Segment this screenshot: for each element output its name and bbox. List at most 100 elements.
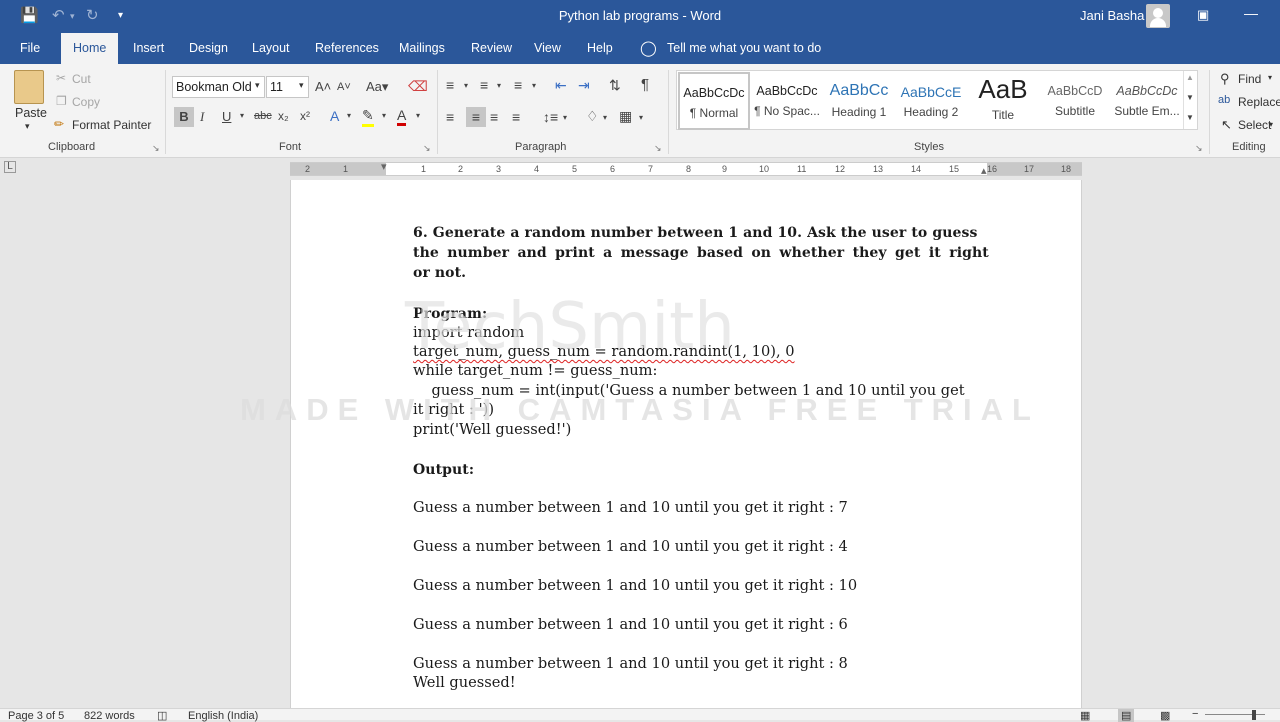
- shrink-font-icon[interactable]: A˅: [337, 81, 351, 93]
- line-spacing-icon[interactable]: ↕≡: [543, 109, 558, 125]
- grow-font-icon[interactable]: A˄: [315, 79, 331, 94]
- show-formatting-icon[interactable]: ¶: [641, 76, 649, 93]
- sort-icon[interactable]: ⇅: [609, 77, 621, 94]
- borders-icon[interactable]: ▦: [619, 108, 632, 125]
- tab-file[interactable]: File: [20, 33, 40, 64]
- select-dropdown-icon[interactable]: ▾: [1269, 120, 1273, 129]
- zoom-out-icon[interactable]: −: [1192, 708, 1198, 720]
- find-icon[interactable]: ⚲: [1220, 71, 1230, 87]
- align-center-icon[interactable]: ≡: [466, 107, 486, 127]
- tab-design[interactable]: Design: [189, 33, 228, 64]
- web-layout-icon[interactable]: ▩: [1160, 709, 1170, 722]
- minimize-icon[interactable]: —: [1244, 5, 1258, 21]
- find-dropdown-icon[interactable]: ▾: [1268, 73, 1272, 82]
- read-mode-icon[interactable]: ▦: [1080, 709, 1090, 722]
- select-icon[interactable]: ↖: [1221, 117, 1232, 133]
- increase-indent-icon[interactable]: ⇥: [578, 77, 590, 94]
- tab-view[interactable]: View: [534, 33, 561, 64]
- language-indicator[interactable]: English (India): [188, 710, 258, 722]
- format-painter-button[interactable]: Format Painter: [72, 118, 151, 132]
- style-normal[interactable]: AaBbCcDc ¶ Normal: [678, 72, 750, 130]
- scroll-up-icon[interactable]: ▲: [1186, 73, 1194, 82]
- font-launcher-icon[interactable]: ↘: [423, 143, 431, 154]
- change-case-icon[interactable]: Aa▾: [366, 79, 388, 95]
- shading-dropdown-icon[interactable]: ▾: [603, 113, 607, 122]
- decrease-indent-icon[interactable]: ⇤: [555, 77, 567, 94]
- borders-dropdown-icon[interactable]: ▾: [639, 113, 643, 122]
- bold-icon[interactable]: B: [174, 107, 194, 127]
- style-subtitle[interactable]: AaBbCcD Subtitle: [1039, 72, 1111, 130]
- avatar[interactable]: [1146, 4, 1170, 28]
- shading-icon[interactable]: ♢: [586, 108, 599, 125]
- select-button[interactable]: Select: [1238, 118, 1271, 132]
- tell-me-search[interactable]: Tell me what you want to do: [667, 33, 821, 64]
- scroll-down-icon[interactable]: ▼: [1186, 93, 1194, 102]
- horizontal-ruler[interactable]: 2 1 1 2 3 4 5 6 7 8 9 10 11 12 13 14 15 …: [290, 161, 1082, 177]
- tab-stop-selector-icon[interactable]: L: [4, 161, 16, 173]
- copy-icon[interactable]: ❐: [56, 94, 67, 108]
- format-painter-icon[interactable]: ✏: [54, 117, 64, 131]
- lightbulb-icon[interactable]: ◯: [640, 33, 657, 64]
- zoom-thumb[interactable]: [1252, 710, 1256, 720]
- paragraph-launcher-icon[interactable]: ↘: [654, 143, 662, 154]
- italic-icon[interactable]: I: [200, 109, 204, 125]
- superscript-icon[interactable]: x²: [300, 109, 310, 123]
- highlight-icon[interactable]: ✎: [362, 107, 374, 127]
- multilevel-list-icon[interactable]: ≡: [514, 77, 522, 93]
- font-name-field[interactable]: Bookman Old: [172, 76, 265, 98]
- font-size-dropdown-icon[interactable]: ▾: [299, 80, 304, 91]
- user-name[interactable]: Jani Basha: [1080, 8, 1144, 23]
- replace-button[interactable]: Replace: [1238, 95, 1280, 109]
- style-title[interactable]: AaB Title: [967, 72, 1039, 130]
- style-heading-1[interactable]: AaBbCc Heading 1: [823, 72, 895, 130]
- cut-button[interactable]: Cut: [72, 72, 91, 86]
- font-color-icon[interactable]: A: [397, 107, 407, 126]
- first-line-indent-marker[interactable]: ▾: [381, 161, 387, 173]
- align-left-icon[interactable]: ≡: [446, 109, 454, 125]
- right-indent-marker[interactable]: ▴: [981, 165, 987, 177]
- styles-launcher-icon[interactable]: ↘: [1195, 143, 1203, 154]
- tab-home[interactable]: Home: [61, 33, 119, 64]
- numbering-dropdown-icon[interactable]: ▾: [497, 81, 501, 90]
- bullets-icon[interactable]: ≡: [446, 77, 454, 93]
- text-effects-dropdown-icon[interactable]: ▾: [347, 111, 351, 120]
- tab-insert[interactable]: Insert: [133, 33, 164, 64]
- highlight-dropdown-icon[interactable]: ▾: [382, 111, 386, 120]
- justify-icon[interactable]: ≡: [512, 109, 520, 125]
- ribbon-display-icon[interactable]: ▣: [1197, 7, 1209, 23]
- cut-icon[interactable]: ✂: [56, 71, 66, 85]
- align-right-icon[interactable]: ≡: [490, 109, 498, 125]
- more-styles-icon[interactable]: ▼: [1186, 113, 1194, 122]
- clipboard-launcher-icon[interactable]: ↘: [152, 143, 160, 154]
- replace-icon[interactable]: ab: [1218, 94, 1230, 106]
- underline-dropdown-icon[interactable]: ▾: [240, 111, 244, 120]
- text-effects-icon[interactable]: A: [330, 108, 339, 124]
- paste-icon[interactable]: [14, 70, 44, 104]
- line-spacing-dropdown-icon[interactable]: ▾: [563, 113, 567, 122]
- strikethrough-icon[interactable]: abc: [254, 110, 272, 122]
- copy-button[interactable]: Copy: [72, 95, 100, 109]
- style-heading-2[interactable]: AaBbCcE Heading 2: [895, 72, 967, 130]
- clear-formatting-icon[interactable]: ⌫: [408, 78, 428, 95]
- document-page[interactable]: 6. Generate a random number between 1 an…: [290, 180, 1082, 720]
- tab-review[interactable]: Review: [471, 33, 512, 64]
- underline-icon[interactable]: U: [222, 109, 231, 124]
- paste-button[interactable]: Paste: [15, 106, 47, 120]
- word-count[interactable]: 822 words: [84, 710, 135, 722]
- tab-layout[interactable]: Layout: [252, 33, 290, 64]
- tab-help[interactable]: Help: [587, 33, 613, 64]
- find-button[interactable]: Find: [1238, 72, 1261, 86]
- tab-mailings[interactable]: Mailings: [399, 33, 445, 64]
- style-no-spacing[interactable]: AaBbCcDc ¶ No Spac...: [751, 72, 823, 130]
- numbering-icon[interactable]: ≡: [480, 77, 488, 93]
- print-layout-icon[interactable]: ▤: [1118, 709, 1135, 722]
- font-color-dropdown-icon[interactable]: ▾: [416, 111, 420, 120]
- tab-references[interactable]: References: [315, 33, 379, 64]
- proofing-icon[interactable]: ◫: [157, 709, 167, 722]
- subscript-icon[interactable]: x₂: [278, 109, 289, 123]
- multilevel-dropdown-icon[interactable]: ▾: [532, 81, 536, 90]
- page-count[interactable]: Page 3 of 5: [8, 710, 64, 722]
- bullets-dropdown-icon[interactable]: ▾: [464, 81, 468, 90]
- style-subtle-emphasis[interactable]: AaBbCcDc Subtle Em...: [1111, 72, 1183, 130]
- zoom-slider[interactable]: [1205, 714, 1265, 715]
